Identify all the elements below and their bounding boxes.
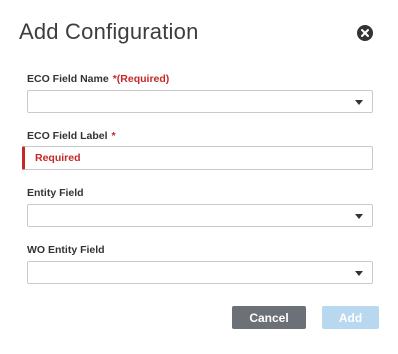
eco-field-name-select[interactable] [27, 90, 373, 113]
required-text: (Required) [116, 73, 170, 85]
cancel-button[interactable]: Cancel [232, 306, 306, 329]
entity-field-select[interactable] [27, 204, 373, 227]
add-configuration-dialog: Add Configuration ECO Field Name *(Requir… [0, 0, 398, 354]
eco-field-name-label-text: ECO Field Name [27, 73, 109, 85]
wo-entity-field-label: WO Entity Field [27, 244, 105, 256]
wo-entity-field-label-text: WO Entity Field [27, 244, 105, 256]
chevron-down-icon [355, 271, 363, 276]
eco-field-label-label: ECO Field Label * [27, 130, 116, 142]
eco-field-label-label-text: ECO Field Label [27, 130, 108, 142]
entity-field-label-text: Entity Field [27, 187, 84, 199]
chevron-down-icon [355, 100, 363, 105]
wo-entity-field-select[interactable] [27, 261, 373, 284]
dialog-title: Add Configuration [19, 19, 199, 44]
entity-field-label: Entity Field [27, 187, 84, 199]
close-icon[interactable] [357, 25, 373, 41]
required-star: * [111, 130, 116, 142]
eco-field-label-input[interactable] [22, 146, 373, 170]
add-button[interactable]: Add [322, 306, 379, 329]
chevron-down-icon [355, 214, 363, 219]
eco-field-name-label: ECO Field Name *(Required) [27, 73, 169, 85]
